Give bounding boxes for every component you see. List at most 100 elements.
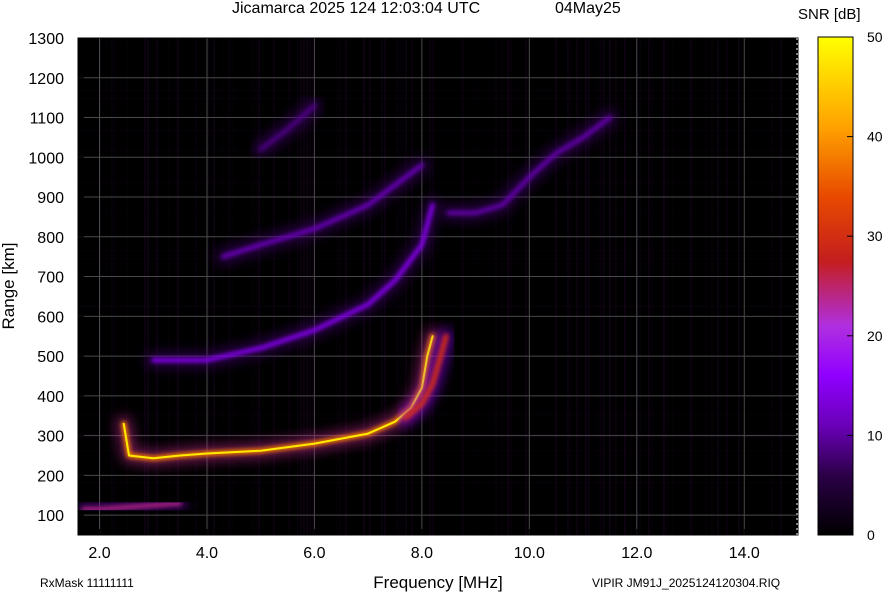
noise-stripe bbox=[111, 38, 113, 535]
noise-stripe bbox=[567, 38, 569, 535]
noise-stripe bbox=[639, 38, 641, 535]
noise-stripe bbox=[771, 38, 773, 535]
noise-stripe bbox=[597, 38, 599, 535]
noise-stripe bbox=[81, 38, 83, 535]
ionogram-chart: 2.0 4.0 6.0 8.0 10.0 12.0 14.0 100200300400500… bbox=[0, 29, 883, 592]
noise-stripe bbox=[273, 38, 275, 535]
y-tick-label: 1300 bbox=[28, 31, 64, 48]
noise-stripe bbox=[432, 38, 434, 535]
noise-stripe bbox=[651, 38, 653, 535]
noise-row bbox=[78, 150, 798, 151]
noise-stripe bbox=[228, 38, 230, 535]
noise-row bbox=[78, 46, 798, 47]
noise-row bbox=[78, 482, 798, 483]
noise-stripe bbox=[363, 38, 365, 535]
noise-stripe bbox=[780, 38, 782, 535]
noise-stripe bbox=[345, 38, 347, 535]
noise-stripe bbox=[705, 38, 707, 535]
y-tick-label: 800 bbox=[37, 230, 64, 247]
noise-row bbox=[78, 434, 798, 435]
noise-stripe bbox=[258, 38, 260, 535]
noise-row bbox=[78, 98, 798, 99]
noise-stripe bbox=[588, 38, 590, 535]
noise-row bbox=[78, 310, 798, 311]
noise-stripe bbox=[525, 38, 527, 535]
noise-row bbox=[78, 430, 798, 431]
noise-stripe bbox=[741, 38, 743, 535]
noise-stripe bbox=[369, 38, 371, 535]
noise-stripe bbox=[501, 38, 503, 535]
y-tick-label: 300 bbox=[37, 429, 64, 446]
y-tick-label: 600 bbox=[37, 309, 64, 326]
noise-stripe bbox=[555, 38, 557, 535]
noise-stripe bbox=[600, 38, 602, 535]
noise-row bbox=[78, 278, 798, 279]
noise-stripe bbox=[495, 38, 497, 535]
noise-row bbox=[78, 102, 798, 103]
noise-stripe bbox=[474, 38, 476, 535]
noise-stripe bbox=[114, 38, 116, 535]
noise-stripe bbox=[648, 38, 650, 535]
noise-row bbox=[78, 86, 798, 87]
noise-stripe bbox=[513, 38, 515, 535]
y-tick-label: 1200 bbox=[28, 71, 64, 88]
x-tick-label: 10.0 bbox=[514, 545, 545, 562]
colorbar-tick-label: 0 bbox=[867, 527, 875, 543]
y-axis-title: Range [km] bbox=[0, 243, 18, 330]
y-tick-label: 1100 bbox=[30, 111, 65, 128]
x-axis-title: Frequency [MHz] bbox=[373, 573, 502, 592]
noise-stripe bbox=[372, 38, 374, 535]
y-tick-label: 500 bbox=[37, 349, 64, 366]
file-label: VIPIR JM91J_2025124120304.RIQ bbox=[592, 576, 781, 590]
noise-stripe bbox=[630, 38, 632, 535]
y-tick-label: 700 bbox=[37, 270, 64, 287]
noise-stripe bbox=[507, 38, 509, 535]
colorbar-tick-label: 10 bbox=[867, 427, 883, 443]
noise-stripe bbox=[543, 38, 545, 535]
noise-stripe bbox=[627, 38, 629, 535]
noise-stripe bbox=[462, 38, 464, 535]
x-tick-label: 4.0 bbox=[196, 545, 218, 562]
colorbar bbox=[817, 36, 854, 536]
rx-mask-label: RxMask 11111111 bbox=[40, 576, 134, 590]
noise-row bbox=[78, 438, 798, 439]
noise-stripe bbox=[336, 38, 338, 535]
noise-row bbox=[78, 306, 798, 307]
noise-stripe bbox=[624, 38, 626, 535]
y-tick-label: 100 bbox=[37, 508, 64, 525]
colorbar-tick-label: 50 bbox=[867, 29, 883, 45]
noise-stripe bbox=[339, 38, 341, 535]
colorbar-tick-label: 20 bbox=[867, 328, 883, 344]
noise-stripe bbox=[720, 38, 722, 535]
noise-row bbox=[78, 418, 798, 419]
noise-stripe bbox=[576, 38, 578, 535]
y-axis-ticks: 100 200 300 400 500 600 700 800 900 1000 1100 1200 1… bbox=[28, 31, 84, 525]
noise-stripe bbox=[405, 38, 407, 535]
noise-stripe bbox=[717, 38, 719, 535]
noise-stripe bbox=[510, 38, 512, 535]
noise-stripe bbox=[354, 38, 356, 535]
colorbar-tick-label: 30 bbox=[867, 228, 883, 244]
noise-row bbox=[78, 414, 798, 415]
noise-row bbox=[78, 250, 798, 251]
noise-row bbox=[78, 130, 798, 131]
noise-stripe bbox=[579, 38, 581, 535]
colorbar-tick-label: 40 bbox=[867, 129, 883, 145]
noise-stripe bbox=[711, 38, 713, 535]
noise-stripe bbox=[663, 38, 665, 535]
noise-row bbox=[78, 266, 798, 267]
noise-stripe bbox=[585, 38, 587, 535]
x-tick-label: 12.0 bbox=[621, 545, 652, 562]
y-tick-label: 400 bbox=[37, 389, 64, 406]
noise-stripe bbox=[288, 38, 290, 535]
noise-stripe bbox=[255, 38, 257, 535]
noise-stripe bbox=[252, 38, 254, 535]
noise-row bbox=[78, 258, 798, 259]
noise-stripe bbox=[231, 38, 233, 535]
noise-stripe bbox=[429, 38, 431, 535]
noise-stripe bbox=[672, 38, 674, 535]
noise-stripe bbox=[738, 38, 740, 535]
noise-stripe bbox=[411, 38, 413, 535]
y-tick-label: 200 bbox=[37, 468, 64, 485]
x-tick-label: 6.0 bbox=[303, 545, 325, 562]
